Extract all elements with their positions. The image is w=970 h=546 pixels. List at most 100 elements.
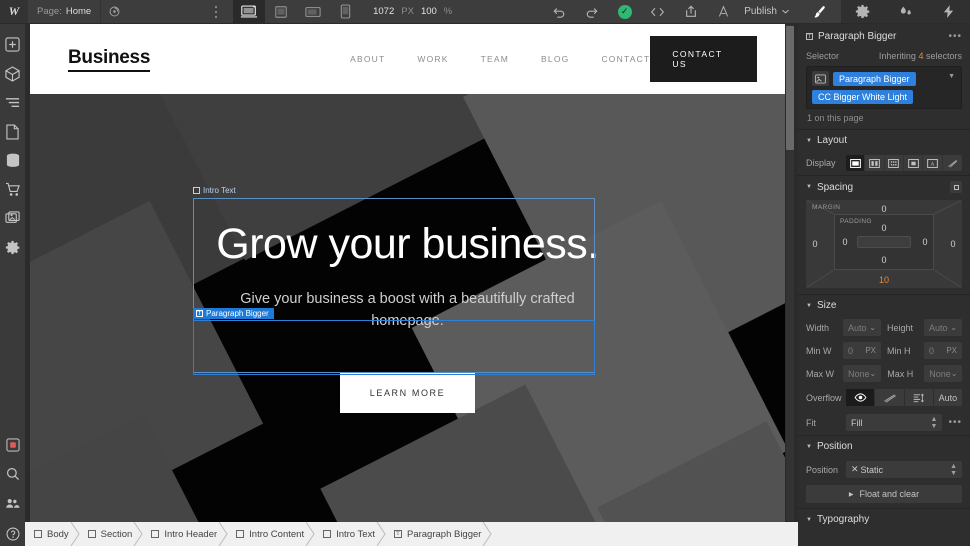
nav-link-work[interactable]: WORK (417, 54, 448, 64)
design-canvas[interactable]: Business ABOUT WORK TEAM BLOG CONTACT CO… (25, 24, 798, 522)
overflow-option-scroll[interactable] (904, 389, 933, 406)
breadcrumb-item-intro-header[interactable]: Intro Header (142, 522, 228, 546)
width-input[interactable]: Auto ⌄ (843, 319, 881, 336)
code-brackets-icon[interactable] (641, 0, 674, 23)
publish-button[interactable]: Publish (740, 0, 798, 23)
min-height-unit[interactable]: PX (946, 346, 957, 355)
spacing-mode-icon[interactable] (950, 181, 962, 193)
video-record-icon[interactable] (0, 430, 25, 459)
margin-right-value[interactable]: 0 (950, 239, 955, 249)
chevron-down-icon[interactable]: ▼ (948, 73, 955, 80)
preview-toggle-icon[interactable] (101, 0, 127, 23)
add-elements-icon[interactable] (0, 30, 25, 59)
position-select[interactable]: ✕ Static ▲ ▼ (846, 461, 962, 478)
audience-people-icon[interactable] (0, 488, 25, 517)
height-input[interactable]: Auto ⌄ (924, 319, 962, 336)
min-height-input[interactable]: 0 PX (924, 342, 962, 359)
water-drops-icon[interactable] (884, 0, 927, 23)
learn-more-button[interactable]: LEARN MORE (339, 372, 476, 413)
hero-section[interactable]: Grow your business. Give your business a… (30, 94, 785, 522)
canvas-scrollbar-thumb[interactable] (786, 26, 794, 150)
breadcrumb-item-body[interactable]: Body (25, 522, 80, 546)
overflow-option-auto[interactable]: Auto (933, 389, 962, 406)
fit-select[interactable]: Fill ▲ ▼ (846, 414, 943, 431)
selector-chip-inherited[interactable]: CC Bigger White Light (812, 90, 914, 104)
fit-more-icon[interactable]: ••• (948, 417, 962, 428)
breadcrumb-item-intro-text[interactable]: Intro Text (314, 522, 386, 546)
max-height-input[interactable]: None ⌄ (924, 365, 963, 382)
help-question-icon[interactable] (0, 522, 25, 546)
close-x-icon[interactable]: ✕ (851, 464, 859, 475)
canvas-size-indicator[interactable]: 1072 PX 100 % (361, 0, 464, 23)
pages-document-icon[interactable] (0, 117, 25, 146)
navigator-lines-icon[interactable] (0, 88, 25, 117)
ellipsis-icon[interactable]: ••• (948, 31, 962, 42)
settings-gear-icon[interactable] (841, 0, 884, 23)
webflow-logo[interactable]: W (0, 0, 28, 23)
selector-chip-primary[interactable]: Paragraph Bigger (833, 71, 916, 86)
breadcrumb-item-section[interactable]: Section (79, 522, 143, 546)
lightning-bolt-icon[interactable] (927, 0, 970, 23)
max-width-unit-dropdown-icon[interactable]: ⌄ (870, 369, 877, 378)
export-icon[interactable] (674, 0, 707, 23)
contact-us-button[interactable]: CONTACT US (650, 36, 757, 82)
width-unit-dropdown-icon[interactable]: ⌄ (869, 323, 876, 332)
margin-top-value[interactable]: 0 (881, 204, 886, 214)
section-typography-header[interactable]: ▼ Typography (798, 508, 970, 530)
padding-left-value[interactable]: 0 (842, 237, 847, 247)
min-width-input[interactable]: 0 PX (843, 342, 881, 359)
float-and-clear-toggle[interactable]: ▶ Float and clear (806, 485, 962, 503)
max-width-input[interactable]: None ⌄ (843, 365, 882, 382)
min-width-unit[interactable]: PX (865, 346, 876, 355)
redo-icon[interactable] (575, 0, 608, 23)
section-size-header[interactable]: ▼ Size (798, 294, 970, 316)
section-spacing-header[interactable]: ▼ Spacing (798, 175, 970, 198)
max-height-unit-dropdown-icon[interactable]: ⌄ (951, 369, 958, 378)
nav-link-about[interactable]: ABOUT (350, 54, 385, 64)
search-icon[interactable] (0, 459, 25, 488)
display-option-inline-block[interactable] (904, 155, 924, 171)
assets-images-icon[interactable] (0, 204, 25, 233)
cms-database-icon[interactable] (0, 146, 25, 175)
overflow-option-visible[interactable] (846, 389, 875, 406)
vertical-dots-icon[interactable] (205, 0, 227, 23)
selector-field[interactable]: Paragraph Bigger CC Bigger White Light ▼ (806, 66, 962, 109)
desktop-breakpoint-icon[interactable] (233, 0, 266, 23)
style-paintbrush-icon[interactable] (798, 0, 841, 23)
mobile-portrait-breakpoint-icon[interactable] (329, 0, 361, 23)
site-page[interactable]: Business ABOUT WORK TEAM BLOG CONTACT CO… (30, 24, 785, 522)
page-indicator[interactable]: Page: Home (28, 0, 102, 23)
padding-top-value[interactable]: 0 (881, 223, 886, 233)
stepper-arrows-icon[interactable]: ▲ ▼ (950, 463, 957, 477)
nav-link-team[interactable]: TEAM (481, 54, 509, 64)
stepper-arrows-icon[interactable]: ▲ ▼ (931, 416, 938, 430)
display-option-none[interactable] (943, 155, 962, 171)
mobile-landscape-breakpoint-icon[interactable] (297, 0, 329, 23)
breadcrumb-item-intro-content[interactable]: Intro Content (227, 522, 315, 546)
display-option-block[interactable] (846, 155, 866, 171)
font-rocket-icon[interactable] (707, 0, 740, 23)
nav-link-contact[interactable]: CONTACT (601, 54, 650, 64)
settings-gear-rail-icon[interactable] (0, 233, 25, 262)
height-unit-dropdown-icon[interactable]: ⌄ (950, 323, 957, 332)
display-option-flex[interactable] (865, 155, 885, 171)
site-brand[interactable]: Business (68, 47, 150, 72)
selector-image-icon[interactable] (812, 71, 829, 86)
padding-bottom-value[interactable]: 0 (881, 255, 886, 265)
undo-icon[interactable] (542, 0, 575, 23)
spacing-widget[interactable]: MARGIN 0 0 0 10 PADDING 0 0 0 0 (806, 200, 962, 288)
overflow-option-hidden[interactable] (875, 389, 904, 406)
tablet-breakpoint-icon[interactable] (265, 0, 297, 23)
section-position-header[interactable]: ▼ Position (798, 435, 970, 457)
section-layout-header[interactable]: ▼ Layout (798, 129, 970, 151)
nav-link-blog[interactable]: BLOG (541, 54, 569, 64)
selection-outline-paragraph-bigger[interactable]: Paragraph Bigger (193, 308, 595, 375)
canvas-scrollbar[interactable] (786, 25, 794, 521)
components-cube-icon[interactable] (0, 59, 25, 88)
display-option-grid[interactable] (885, 155, 905, 171)
breadcrumb-item-paragraph-bigger[interactable]: Paragraph Bigger (385, 522, 493, 546)
display-option-inline[interactable]: A (923, 155, 943, 171)
padding-right-value[interactable]: 0 (922, 237, 927, 247)
margin-bottom-value[interactable]: 10 (879, 275, 889, 285)
ecommerce-cart-icon[interactable] (0, 175, 25, 204)
